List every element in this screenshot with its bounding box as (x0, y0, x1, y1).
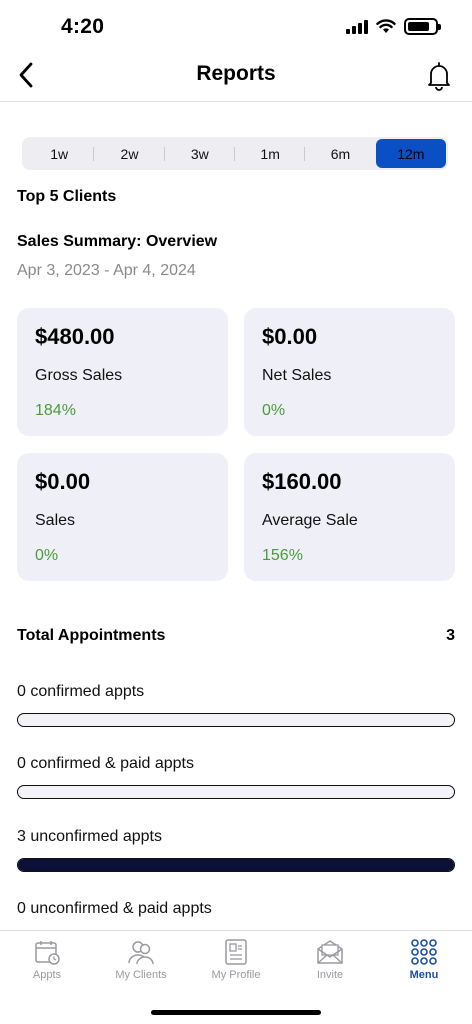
nav-bar: Reports (0, 50, 472, 102)
card-amount: $0.00 (262, 324, 318, 349)
date-range: Apr 3, 2023 - Apr 4, 2024 (17, 262, 196, 279)
tab-label: Menu (409, 969, 439, 981)
status-time: 4:20 (61, 15, 105, 38)
tab-label: My Profile (211, 969, 261, 981)
card-amount: $0.00 (35, 469, 91, 494)
appt-label-confirmed-paid: 0 confirmed & paid appts (17, 755, 194, 772)
appt-label-unconfirmed: 3 unconfirmed appts (17, 828, 162, 845)
period-6m[interactable]: 6m (305, 139, 375, 168)
total-appointments-heading: Total Appointments (17, 627, 166, 644)
wifi-icon (376, 19, 396, 33)
tab-my-profile[interactable]: My Profile (189, 931, 283, 991)
invite-icon (317, 940, 343, 964)
menu-dots-icon (411, 939, 437, 965)
net-sales-card: $0.00 Net Sales 0% (244, 308, 455, 436)
tab-label: My Clients (115, 969, 167, 981)
tab-my-clients[interactable]: My Clients (94, 931, 188, 991)
total-appointments-row: Total Appointments 3 (17, 627, 455, 645)
home-indicator (151, 1010, 321, 1015)
battery-icon (404, 18, 441, 35)
sales-summary-heading: Sales Summary: Overview (17, 233, 218, 250)
bell-icon (428, 62, 450, 91)
unconfirmed-progress-bar (17, 858, 455, 872)
tab-appts[interactable]: Appts (0, 931, 94, 991)
clients-icon (128, 941, 154, 965)
card-label: Gross Sales (35, 367, 123, 384)
bar-fill (18, 859, 454, 871)
card-label: Average Sale (262, 512, 358, 529)
card-amount: $480.00 (35, 324, 115, 349)
card-label: Sales (35, 512, 76, 529)
status-icons (346, 18, 441, 35)
period-12m[interactable]: 12m (375, 139, 446, 168)
card-change: 184% (35, 402, 76, 419)
period-1m[interactable]: 1m (235, 139, 306, 168)
calendar-icon (35, 941, 60, 965)
tab-menu[interactable]: Menu (377, 931, 471, 991)
card-change: 156% (262, 547, 303, 564)
signal-icon (346, 19, 368, 34)
period-2w[interactable]: 2w (94, 139, 165, 168)
total-appointments-count: 3 (446, 627, 455, 644)
average-sale-card: $160.00 Average Sale 156% (244, 453, 455, 581)
profile-icon (225, 939, 247, 965)
confirmed-paid-progress-bar (17, 785, 455, 799)
tab-label: Invite (316, 969, 344, 981)
card-change: 0% (35, 547, 59, 564)
card-amount: $160.00 (262, 469, 342, 494)
appt-label-unconfirmed-paid: 0 unconfirmed & paid appts (17, 900, 212, 917)
period-1w[interactable]: 1w (24, 139, 95, 168)
card-change: 0% (262, 402, 286, 419)
period-3w[interactable]: 3w (165, 139, 236, 168)
tab-label: Appts (32, 969, 62, 981)
tab-invite[interactable]: Invite (283, 931, 377, 991)
confirmed-progress-bar (17, 713, 455, 727)
status-bar: 4:20 (0, 0, 472, 50)
gross-sales-card: $480.00 Gross Sales 184% (17, 308, 228, 436)
card-label: Net Sales (262, 367, 332, 384)
sales-card: $0.00 Sales 0% (17, 453, 228, 581)
notifications-button[interactable] (424, 58, 454, 94)
period-selector: 1w 2w 3w 1m 6m 12m (22, 137, 448, 170)
appt-label-confirmed: 0 confirmed appts (17, 683, 145, 700)
page-title: Reports (196, 62, 276, 85)
top-clients-heading: Top 5 Clients (17, 188, 117, 205)
